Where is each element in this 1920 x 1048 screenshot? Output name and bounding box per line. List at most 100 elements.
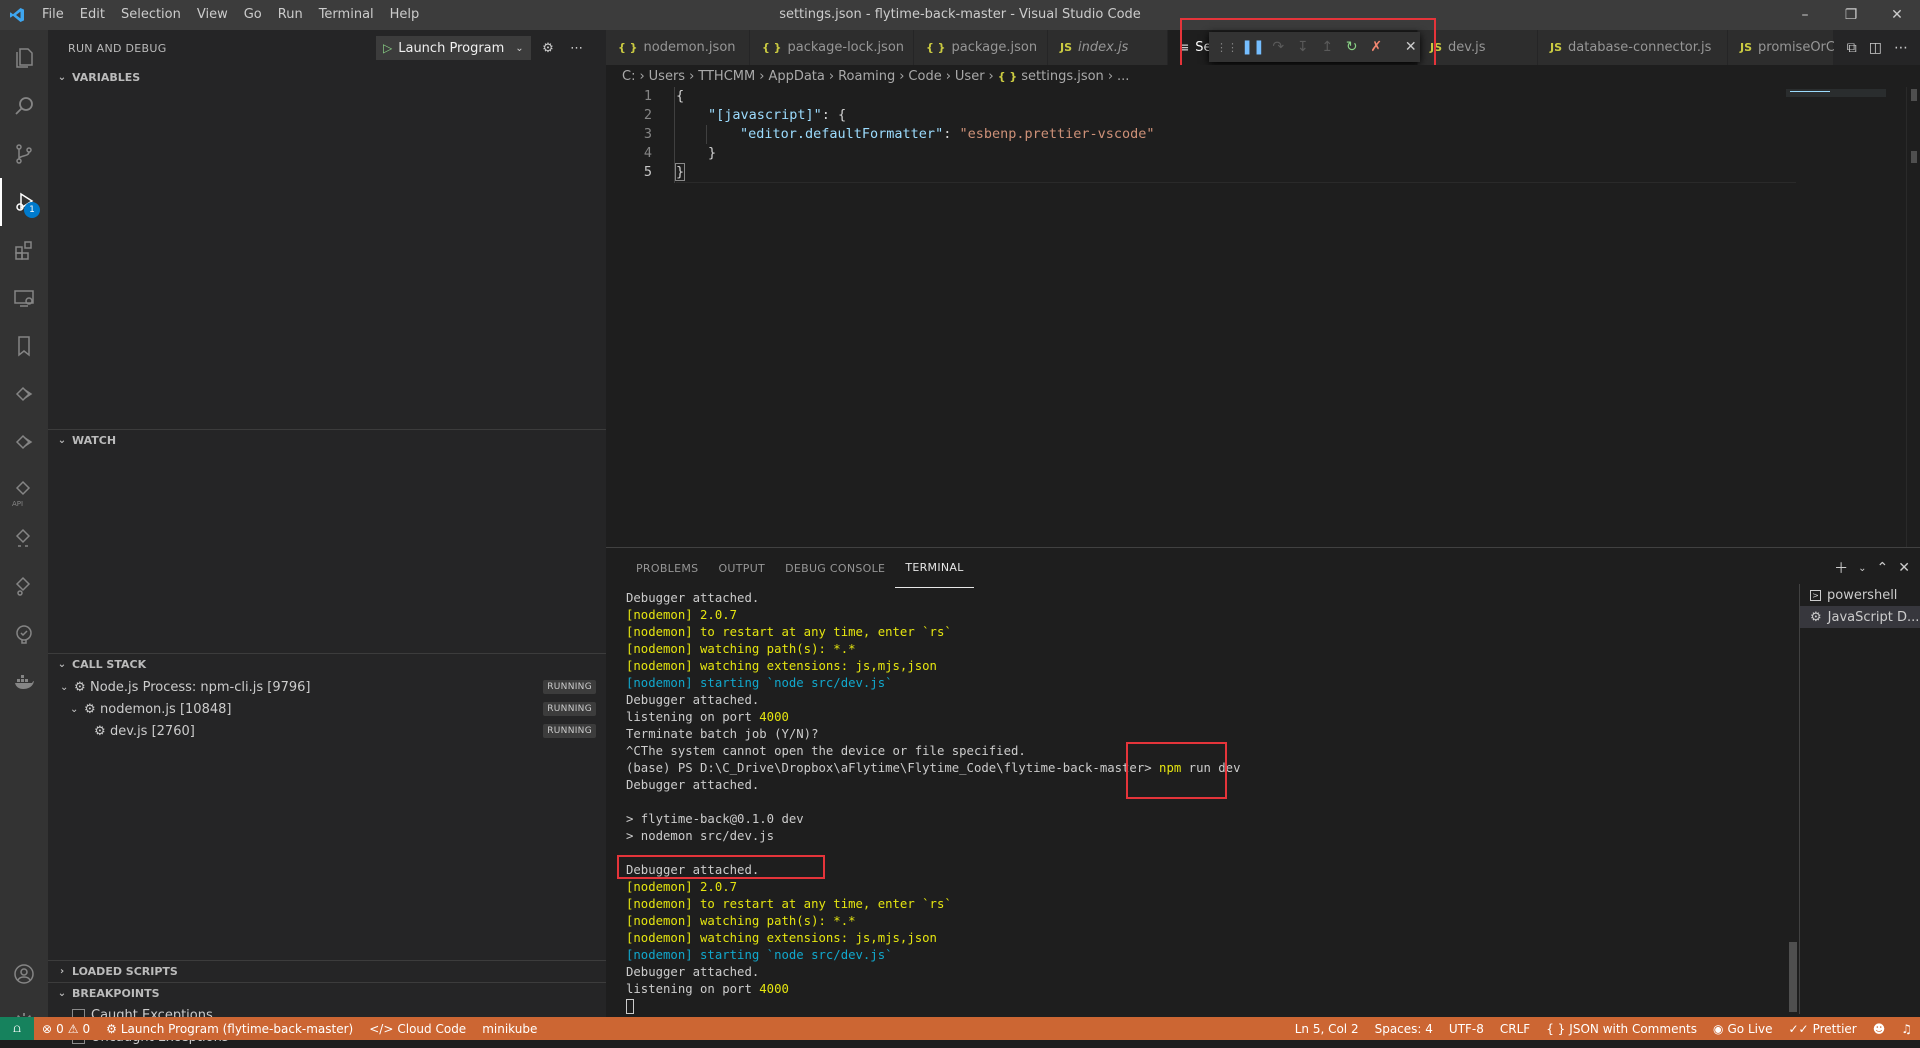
variables-title: VARIABLES bbox=[72, 70, 141, 84]
terminal-icon: > bbox=[1810, 589, 1821, 601]
tab-debug-console[interactable]: DEBUG CONSOLE bbox=[775, 548, 895, 588]
tab-terminal[interactable]: TERMINAL bbox=[895, 548, 974, 588]
start-debugging-icon[interactable]: ▷ bbox=[383, 41, 392, 55]
new-terminal-icon[interactable]: ＋ bbox=[1834, 558, 1848, 578]
breadcrumb-sep-icon: › bbox=[945, 68, 951, 84]
terminal-item-js-debug[interactable]: ⚙ JavaScript D... bbox=[1800, 606, 1920, 628]
open-launch-json-gear-icon[interactable]: ⚙ bbox=[537, 36, 560, 60]
menu-view[interactable]: View bbox=[189, 0, 236, 30]
prettier-status[interactable]: ✓✓ Prettier bbox=[1780, 1022, 1864, 1036]
terminal-text: [nodemon] starting `node src/dev.js` bbox=[626, 948, 893, 962]
scrollbar-thumb[interactable] bbox=[1911, 89, 1917, 101]
tab-database-connector-js[interactable]: JS database-connector.js bbox=[1538, 30, 1728, 65]
breadcrumb-item[interactable]: TTHCMM bbox=[698, 69, 755, 84]
cursor-position[interactable]: Ln 5, Col 2 bbox=[1287, 1022, 1367, 1036]
source-control-icon[interactable] bbox=[0, 130, 48, 178]
watch-section-header[interactable]: ⌄ WATCH bbox=[48, 429, 606, 451]
warning-icon: ⚠ bbox=[67, 1021, 79, 1036]
end-of-line[interactable]: CRLF bbox=[1492, 1022, 1538, 1036]
more-actions-icon[interactable]: ⋯ bbox=[565, 36, 588, 60]
editor-scrollbar[interactable] bbox=[1906, 87, 1920, 547]
more-actions-icon[interactable]: ⋯ bbox=[1894, 40, 1908, 56]
close-panel-icon[interactable]: ✕ bbox=[1898, 560, 1910, 576]
tab-promiseorc[interactable]: JS promiseOrC bbox=[1728, 30, 1835, 65]
breadcrumb-item[interactable]: C: bbox=[622, 69, 635, 84]
open-changes-icon[interactable]: ⧉ bbox=[1847, 40, 1857, 56]
menu-selection[interactable]: Selection bbox=[113, 0, 189, 30]
account-icon[interactable] bbox=[0, 950, 48, 998]
breadcrumb-item[interactable]: AppData bbox=[768, 69, 824, 84]
breadcrumb-item[interactable]: settings.json bbox=[1021, 69, 1104, 84]
tab-index-js[interactable]: JS index.js bbox=[1048, 30, 1168, 65]
run-debug-icon[interactable]: 1 bbox=[0, 178, 48, 226]
close-icon[interactable]: ✕ bbox=[1874, 0, 1920, 30]
menu-go[interactable]: Go bbox=[236, 0, 270, 30]
launch-config-label: Launch Program bbox=[398, 40, 505, 56]
panel-tabs: PROBLEMS OUTPUT DEBUG CONSOLE TERMINAL bbox=[606, 548, 1920, 588]
language-mode[interactable]: { } JSON with Comments bbox=[1538, 1022, 1705, 1036]
breadcrumb-item[interactable]: User bbox=[955, 69, 985, 84]
problems-status[interactable]: ⊗ 0 ⚠ 0 bbox=[34, 1022, 98, 1036]
menu-file[interactable]: File bbox=[34, 0, 72, 30]
menu-terminal[interactable]: Terminal bbox=[311, 0, 382, 30]
indentation[interactable]: Spaces: 4 bbox=[1367, 1022, 1441, 1036]
breadcrumb-item[interactable]: Users bbox=[649, 69, 685, 84]
menu-help[interactable]: Help bbox=[382, 0, 428, 30]
split-editor-icon[interactable]: ◫ bbox=[1869, 40, 1882, 56]
cloud-run-icon[interactable] bbox=[0, 418, 48, 466]
menu-edit[interactable]: Edit bbox=[72, 0, 113, 30]
launch-config-dropdown[interactable]: ▷ Launch Program ⌄ bbox=[376, 36, 531, 60]
minimap[interactable] bbox=[1786, 87, 1896, 547]
breadcrumb-item[interactable]: Code bbox=[908, 69, 941, 84]
loaded-scripts-section-header[interactable]: › LOADED SCRIPTS bbox=[48, 960, 606, 982]
call-stack-item[interactable]: ⌄ ⚙ nodemon.js [10848] RUNNING bbox=[48, 698, 606, 720]
kubernetes-icon[interactable] bbox=[0, 562, 48, 610]
cloud-code-status[interactable]: </> Cloud Code bbox=[361, 1022, 474, 1036]
notifications-bell-icon[interactable]: ♫ bbox=[1893, 1022, 1920, 1036]
go-live[interactable]: ◉ Go Live bbox=[1705, 1022, 1780, 1036]
terminal-scrollbar[interactable] bbox=[1789, 942, 1797, 1012]
encoding[interactable]: UTF-8 bbox=[1441, 1022, 1492, 1036]
restore-icon[interactable]: ❐ bbox=[1828, 0, 1874, 30]
maximize-panel-icon[interactable]: ⌃ bbox=[1877, 560, 1889, 576]
extensions-icon[interactable] bbox=[0, 226, 48, 274]
explorer-icon[interactable] bbox=[0, 34, 48, 82]
call-stack-item[interactable]: ⌄ ⚙ Node.js Process: npm-cli.js [9796] R… bbox=[48, 676, 606, 698]
remote-icon[interactable]: ⩍ bbox=[0, 1017, 34, 1040]
tab-dev-js[interactable]: JS dev.js bbox=[1418, 30, 1538, 65]
menu-run[interactable]: Run bbox=[270, 0, 311, 30]
terminal-item-powershell[interactable]: > powershell bbox=[1800, 584, 1920, 606]
secret-manager-icon[interactable] bbox=[0, 514, 48, 562]
minikube-status[interactable]: minikube bbox=[474, 1022, 545, 1036]
debug-status[interactable]: ⚙ Launch Program (flytime-back-master) bbox=[98, 1022, 361, 1036]
tab-nodemon-json[interactable]: { } nodemon.json bbox=[606, 30, 750, 65]
tab-package-lock-json[interactable]: { } package-lock.json bbox=[750, 30, 914, 65]
error-icon: ⊗ bbox=[42, 1021, 53, 1036]
tab-problems[interactable]: PROBLEMS bbox=[626, 548, 708, 588]
terminal-text: Terminate batch job (Y/N)? bbox=[626, 727, 819, 741]
code-token: "esbenp.prettier-vscode" bbox=[959, 126, 1155, 142]
testing-icon[interactable] bbox=[0, 610, 48, 658]
bookmark-icon[interactable] bbox=[0, 322, 48, 370]
cloud-api-icon[interactable]: API bbox=[0, 466, 48, 514]
tab-output[interactable]: OUTPUT bbox=[708, 548, 775, 588]
call-stack-item[interactable]: ⚙ dev.js [2760] RUNNING bbox=[48, 720, 606, 742]
cloud-code-label: Cloud Code bbox=[397, 1021, 467, 1036]
loaded-scripts-title: LOADED SCRIPTS bbox=[72, 965, 178, 978]
code-editor[interactable]: 1 2 3 4 5 { "[javascript]": { "editor.de… bbox=[606, 87, 1920, 547]
breakpoints-section-header[interactable]: ⌄ BREAKPOINTS bbox=[48, 982, 606, 1004]
terminal-output[interactable]: Debugger attached. [nodemon] 2.0.7 [nodemo… bbox=[626, 590, 1766, 1014]
breadcrumb-item[interactable]: ... bbox=[1117, 69, 1129, 84]
chevron-down-icon[interactable]: ⌄ bbox=[1858, 563, 1866, 574]
cloud-code-icon[interactable] bbox=[0, 370, 48, 418]
search-icon[interactable] bbox=[0, 82, 48, 130]
docker-icon[interactable] bbox=[0, 658, 48, 706]
variables-section-header[interactable]: ⌄ VARIABLES bbox=[48, 66, 606, 88]
tab-package-json[interactable]: { } package.json bbox=[914, 30, 1048, 65]
feedback-icon[interactable]: ☻ bbox=[1865, 1022, 1894, 1036]
bottom-panel: PROBLEMS OUTPUT DEBUG CONSOLE TERMINAL ＋… bbox=[606, 547, 1920, 1017]
remote-explorer-icon[interactable] bbox=[0, 274, 48, 322]
minimize-icon[interactable]: – bbox=[1782, 0, 1828, 30]
breadcrumb-item[interactable]: Roaming bbox=[838, 69, 895, 84]
call-stack-section-header[interactable]: ⌄ CALL STACK bbox=[48, 653, 606, 675]
